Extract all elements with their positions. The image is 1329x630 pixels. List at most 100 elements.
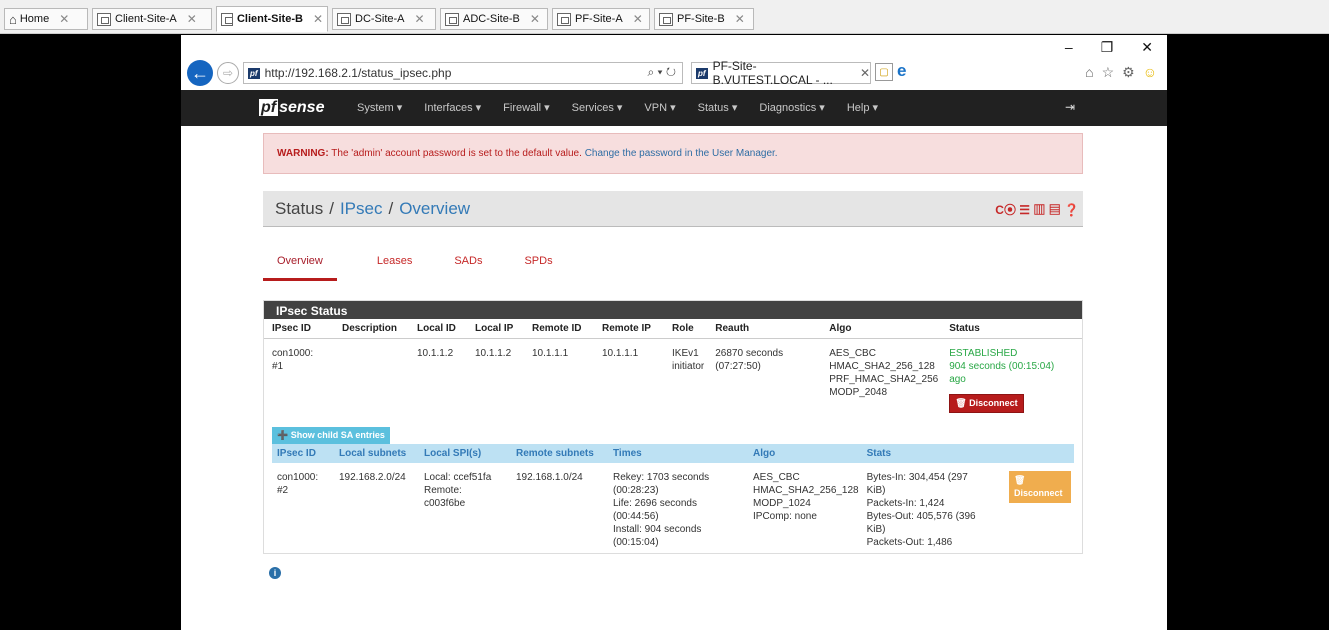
- search-refresh-icon[interactable]: ⌕ ▾ ↻: [647, 65, 676, 80]
- browser-tab-active[interactable]: pf PF-Site-B.VUTEST.LOCAL - ... ✕: [691, 59, 871, 87]
- menu-services[interactable]: Services ▾: [572, 101, 623, 114]
- menu-status[interactable]: Status ▾: [698, 101, 738, 114]
- close-icon[interactable]: ✕: [633, 12, 643, 26]
- tab-spds[interactable]: SPDs: [510, 247, 554, 279]
- child-disconnect-button[interactable]: 🗑 Disconnect: [1009, 471, 1071, 503]
- tab-leases[interactable]: Leases: [363, 247, 414, 279]
- url-text[interactable]: http://192.168.2.1/status_ipsec.php: [265, 66, 452, 80]
- column-header: Algo: [821, 319, 942, 339]
- session-tab-label: Client-Site-B: [236, 13, 303, 25]
- close-window-button[interactable]: ✕: [1141, 39, 1153, 56]
- column-header: Reauth: [707, 319, 822, 339]
- column-header: Algo: [748, 444, 862, 463]
- close-icon[interactable]: ✕: [415, 12, 425, 26]
- feedback-smiley-icon[interactable]: ☺: [1143, 64, 1157, 81]
- column-header: [1004, 444, 1074, 463]
- cell-ipsec-id: con1000: #2: [277, 472, 319, 496]
- cell-status: ESTABLISHED 904 seconds (00:15:04) ago 🗑…: [941, 339, 1082, 422]
- restore-button[interactable]: ❐: [1101, 39, 1114, 56]
- favorites-star-icon[interactable]: ☆: [1102, 64, 1115, 81]
- menu-diagnostics[interactable]: Diagnostics ▾: [759, 101, 824, 114]
- session-tab-label: DC-Site-A: [355, 13, 405, 25]
- settings-gear-icon[interactable]: ⚙: [1122, 64, 1135, 81]
- session-tab-label: ADC-Site-B: [463, 13, 520, 25]
- close-icon[interactable]: ✕: [313, 12, 323, 26]
- close-icon[interactable]: ✕: [187, 12, 197, 26]
- show-child-sa-button[interactable]: ➕ Show child SA entries: [272, 427, 390, 444]
- session-tab-label: Home: [19, 13, 50, 25]
- menu-vpn[interactable]: VPN ▾: [644, 101, 675, 114]
- column-header: Role: [664, 319, 708, 339]
- site-favicon-icon: pf: [248, 67, 260, 79]
- browser-tools: ⌂ ☆ ⚙ ☺: [1085, 64, 1157, 81]
- cell-local-ip: 10.1.1.2: [475, 348, 512, 359]
- breadcrumb-separator: /: [388, 198, 394, 218]
- change-password-link[interactable]: Change the password in the User Manager.: [585, 148, 778, 159]
- cell-remote-ip: 10.1.1.1: [602, 348, 639, 359]
- browser-window: – ❐ ✕ ← ⇨ pf http://192.168.2.1/status_i…: [181, 35, 1167, 630]
- warning-label: WARNING:: [277, 148, 329, 159]
- session-tab-adc-site-b[interactable]: ADC-Site-B ✕: [440, 8, 548, 30]
- cell-times: Rekey: 1703 seconds (00:28:23) Life: 2696 …: [613, 472, 710, 548]
- remote-desktop-icon: [445, 12, 459, 26]
- child-sa-section: ➕ Show child SA entries IPsec ID Local s…: [264, 421, 1082, 553]
- session-tab-pf-site-b[interactable]: PF-Site-B ✕: [654, 8, 754, 30]
- menu-interfaces[interactable]: Interfaces ▾: [424, 101, 481, 114]
- menu-firewall[interactable]: Firewall ▾: [503, 101, 549, 114]
- warning-text: The 'admin' account password is set to t…: [328, 148, 585, 159]
- menu-help[interactable]: Help ▾: [847, 101, 878, 114]
- breadcrumb-ipsec-link[interactable]: IPsec: [340, 199, 383, 219]
- column-header: Remote IP: [594, 319, 664, 339]
- column-header: IPsec ID: [264, 319, 334, 339]
- home-icon[interactable]: ⌂: [1085, 64, 1093, 81]
- session-tab-dc-site-a[interactable]: DC-Site-A ✕: [332, 8, 436, 30]
- close-icon[interactable]: ✕: [735, 12, 745, 26]
- session-tab-home[interactable]: ⌂ Home ✕: [4, 8, 88, 30]
- close-icon[interactable]: ✕: [59, 12, 69, 26]
- column-header: IPsec ID: [272, 444, 334, 463]
- session-tab-client-site-b[interactable]: Client-Site-B ✕: [216, 6, 328, 32]
- child-sa-table: IPsec ID Local subnets Local SPI(s) Remo…: [272, 444, 1074, 553]
- disconnect-button[interactable]: 🗑 Disconnect: [949, 394, 1024, 413]
- back-button[interactable]: ←: [187, 60, 213, 86]
- cell-local-id: 10.1.1.2: [417, 348, 454, 359]
- address-bar[interactable]: pf http://192.168.2.1/status_ipsec.php ⌕…: [243, 62, 683, 84]
- logout-icon[interactable]: ⇥: [1065, 100, 1075, 114]
- remote-desktop-icon: [659, 12, 673, 26]
- table-row: con1000: #1 10.1.1.2 10.1.1.2 10.1.1.1 10…: [264, 339, 1082, 422]
- cell-reauth: 26870 seconds (07:27:50): [715, 348, 784, 372]
- session-tab-label: PF-Site-B: [677, 13, 725, 25]
- cell-ipsec-id: con1000: #1: [272, 348, 314, 372]
- column-header: Times: [608, 444, 748, 463]
- forward-button[interactable]: ⇨: [217, 62, 239, 84]
- session-tab-pf-site-a[interactable]: PF-Site-A ✕: [552, 8, 650, 30]
- breadcrumb-overview-link[interactable]: Overview: [399, 199, 470, 219]
- pfsense-logo[interactable]: pf sense: [259, 99, 324, 117]
- cell-description: [334, 339, 409, 422]
- session-tab-client-site-a[interactable]: Client-Site-A ✕: [92, 8, 212, 30]
- column-header: Local subnets: [334, 444, 419, 463]
- cell-local-subnets: 192.168.2.0/24: [339, 472, 406, 483]
- ipsec-status-panel: IPsec Status IPsec ID Description Local …: [263, 300, 1083, 554]
- tab-favicon-icon: pf: [696, 67, 708, 79]
- column-header: Local SPI(s): [419, 444, 511, 463]
- cell-local-spis: Local: ccef51fa Remote: c003f6be: [424, 472, 492, 509]
- column-header: Stats: [861, 444, 1004, 463]
- close-icon[interactable]: ✕: [530, 12, 540, 26]
- tab-overview[interactable]: Overview: [263, 247, 337, 281]
- info-icon[interactable]: i: [269, 564, 1083, 579]
- tab-sads[interactable]: SADs: [440, 247, 484, 279]
- breadcrumb: Status / IPsec / Overview: [263, 191, 1083, 227]
- new-tab-button[interactable]: ▢: [875, 63, 893, 81]
- shortcut-icons[interactable]: C⦿ ☰ ▥ ▤ ❓: [995, 191, 1079, 227]
- minimize-button[interactable]: –: [1065, 39, 1073, 56]
- menu-system[interactable]: System ▾: [357, 101, 402, 114]
- ipsec-table: IPsec ID Description Local ID Local IP R…: [264, 319, 1082, 421]
- browser-tab-title: PF-Site-B.VUTEST.LOCAL - ...: [712, 59, 833, 87]
- close-tab-icon[interactable]: ✕: [860, 66, 870, 80]
- column-header: Status: [941, 319, 1082, 339]
- cell-role: IKEv1 initiator: [672, 348, 705, 372]
- main-menu: System ▾ Interfaces ▾ Firewall ▾ Service…: [357, 101, 900, 114]
- cell-algo: AES_CBC HMAC_SHA2_256_128 PRF_HMAC_SHA2_25…: [829, 348, 939, 398]
- remote-desktop-icon: [221, 12, 233, 26]
